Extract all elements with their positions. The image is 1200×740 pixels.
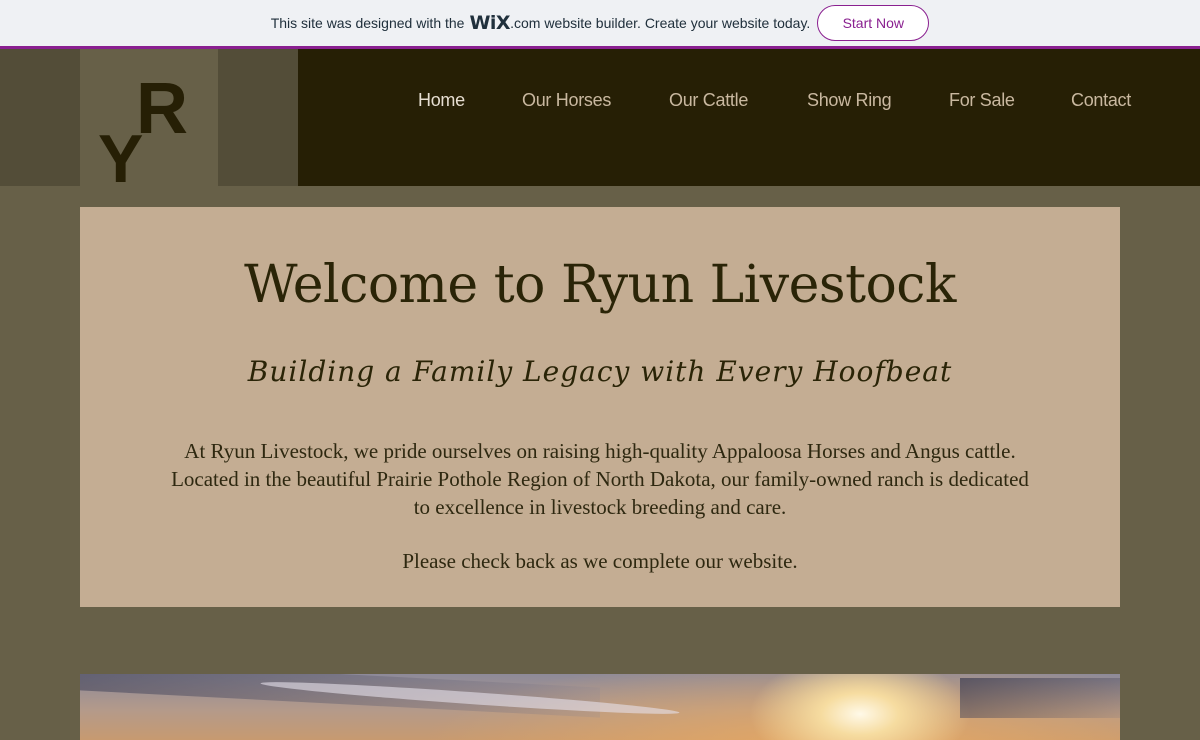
intro-line: Located in the beautiful Prairie Pothole… [171, 467, 1029, 491]
nav-item-our-horses[interactable]: Our Horses [522, 90, 669, 111]
intro-line: At Ryun Livestock, we pride ourselves on… [184, 439, 1016, 463]
intro-line: to excellence in livestock breeding and … [413, 495, 787, 519]
nav-item-contact[interactable]: Contact [1071, 90, 1131, 111]
wix-banner-text-before: This site was designed with the [270, 15, 465, 31]
logo-letter-r: R [136, 69, 188, 149]
wix-dotcom: .com [510, 15, 541, 31]
main-nav: Home Our Horses Our Cattle Show Ring For… [404, 88, 1131, 112]
nav-item-our-cattle[interactable]: Our Cattle [669, 90, 807, 111]
header-nav-panel [298, 49, 1200, 186]
logo-letter-y: Y [98, 121, 144, 197]
cloud-shape [960, 678, 1120, 718]
site-logo[interactable]: R Y [80, 49, 218, 218]
wix-banner-text-after: website builder. Create your website tod… [544, 15, 811, 31]
welcome-card: Welcome to Ryun Livestock Building a Fam… [80, 207, 1120, 607]
page-title: Welcome to Ryun Livestock [244, 255, 956, 315]
intro-paragraph: At Ryun Livestock, we pride ourselves on… [110, 437, 1090, 521]
sunset-hero-image [80, 674, 1120, 740]
tagline: Building a Family Legacy with Every Hoof… [247, 355, 953, 388]
nav-item-home[interactable]: Home [404, 90, 522, 111]
wix-promo-banner: This site was designed with the WiX .com… [0, 0, 1200, 49]
wix-logo: WiX [469, 12, 511, 34]
construction-note: Please check back as we complete our web… [402, 549, 798, 573]
start-now-button[interactable]: Start Now [817, 5, 930, 41]
nav-item-for-sale[interactable]: For Sale [949, 90, 1071, 111]
nav-item-show-ring[interactable]: Show Ring [807, 90, 949, 111]
